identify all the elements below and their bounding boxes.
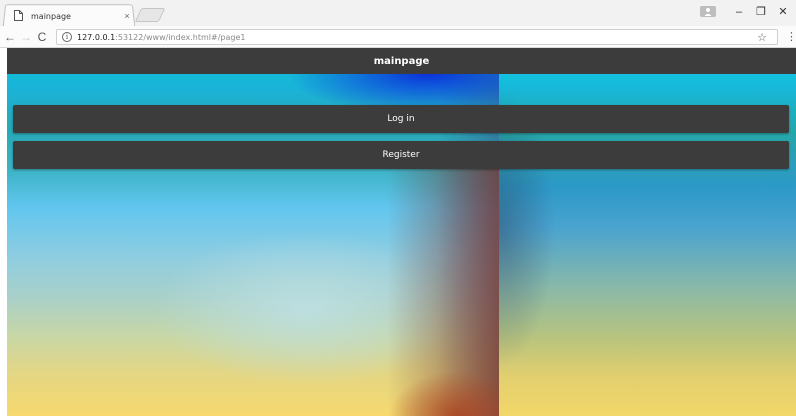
restore-icon[interactable]: ❐ [752, 4, 770, 20]
url-host: 127.0.0.1 [77, 32, 116, 42]
address-bar[interactable]: i 127.0.0.1:53122/www/index.html#/page1 … [56, 29, 778, 45]
minimize-icon[interactable]: – [730, 4, 748, 20]
background-warm-glow [347, 348, 499, 416]
browser-toolbar: ← → C i 127.0.0.1:53122/www/index.html#/… [0, 26, 796, 48]
url-path: :53122/www/index.html#/page1 [115, 32, 246, 42]
new-tab-button[interactable] [134, 8, 166, 22]
tab-close-icon[interactable]: × [121, 10, 133, 22]
bookmark-star-icon[interactable]: ☆ [757, 31, 767, 45]
page-left-edge [0, 48, 7, 416]
tab-strip: mainpage × – ❐ ✕ [0, 0, 796, 27]
url-text[interactable]: 127.0.0.1:53122/www/index.html#/page1 [77, 33, 245, 42]
register-button[interactable]: Register [13, 141, 789, 169]
browser-tab-content[interactable]: mainpage × [8, 6, 142, 26]
tab-title: mainpage [31, 11, 71, 21]
forward-arrow-icon[interactable]: → [19, 29, 33, 45]
page-background [7, 48, 796, 416]
info-icon[interactable]: i [62, 32, 72, 42]
browser-menu-icon[interactable]: ⋮ [786, 29, 796, 45]
background-right-panel [499, 48, 796, 416]
page-title: mainpage [7, 48, 796, 74]
profile-icon[interactable] [700, 6, 716, 17]
login-button[interactable]: Log in [13, 105, 789, 133]
window-close-icon[interactable]: ✕ [774, 4, 792, 20]
back-arrow-icon[interactable]: ← [3, 29, 17, 45]
reload-icon[interactable]: C [35, 29, 49, 45]
page-icon [14, 10, 24, 22]
